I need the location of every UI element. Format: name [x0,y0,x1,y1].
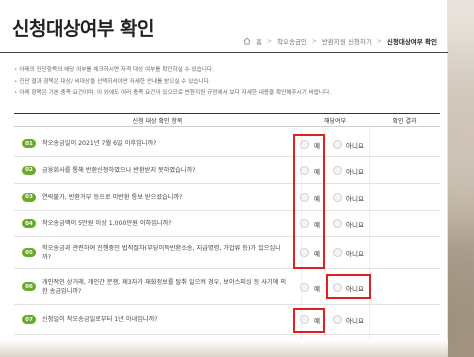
breadcrumb-home[interactable]: 홈 [256,36,262,46]
yes-radio[interactable] [300,283,309,292]
row-number-badge: 05 [22,248,36,257]
no-label[interactable]: 아니요 [346,315,364,325]
breadcrumb-separator: > [376,37,382,45]
row-number-badge: 04 [22,219,36,228]
table-row: 03 연락불가, 반환거부 등으로 미반환 통보 받으셨습니까? [14,184,440,211]
no-label[interactable]: 아니요 [346,166,364,176]
notice-item: • 진단 결과 항목은 대상/ 비대상을 선택하셔야만 자세한 안내를 받으실 수… [14,78,211,85]
row-number-badge: 01 [22,139,36,148]
row-question: 신청일이 착오송금일로부터 1년 이내입니까? [42,316,158,323]
no-radio[interactable] [333,193,342,202]
no-radio[interactable] [333,248,342,257]
home-icon[interactable] [243,37,251,45]
table-row: 05 착오송금과 관련하여 진행중인 법적절차(부당이득반환소송, 지급명령, … [14,237,440,269]
row-question: 착오송금액이 5만원 이상 1,000만원 이하입니까? [42,220,172,227]
yes-label[interactable]: 예 [314,283,320,293]
row-question: 개인적인 상거래, 개인간 분쟁, 제3자가 재화정보를 탈취 일으켜 경우, … [42,278,287,295]
notice-item: • 아래의 진단항목의 해당 여부를 체크하시면 자격 대상 여부를 확인하실 수… [14,67,214,73]
no-radio[interactable] [333,140,342,149]
breadcrumb-item[interactable]: 착오송금인 [277,36,307,46]
no-radio[interactable] [333,166,342,175]
no-label[interactable]: 아니요 [346,140,364,150]
header-item: 신청 대상 확인 항목 [132,117,183,125]
table-row: 06 개인적인 상거래, 개인간 분쟁, 제3자가 재화정보를 탈취 일으켜 경… [14,269,440,305]
table-row: 01 착오송금일이 2021년 7월 6일 이후입니까? [14,131,440,157]
breadcrumb-separator: > [311,37,317,45]
row-question: 착오송금과 관련하여 진행중인 법적절차(부당이득반환소송, 지급명령, 가압류… [42,244,281,261]
no-label[interactable]: 아니요 [346,248,364,258]
highlight-box-yes-row-7 [293,308,325,333]
header-answer: 해당여부 [323,117,347,125]
row-number-badge: 03 [22,192,36,202]
page-title: 신청대상여부 확인 [12,18,154,40]
no-radio[interactable] [333,315,342,324]
row-number-badge: 02 [22,165,36,175]
row-number-badge: 07 [22,315,36,324]
no-label[interactable]: 아니요 [346,219,364,229]
title-divider [0,52,448,53]
table-row: 07 신청일이 착오송금일로부터 1년 이내입니까? [14,305,440,335]
breadcrumb: 홈 > 착오송금인 > 반환지원 신청하기 > 신청대상여부 확인 [243,36,437,46]
highlight-box-no-row-6 [326,274,371,299]
header-result: 확인 결과 [392,117,417,125]
breadcrumb-item[interactable]: 반환지원 신청하기 [322,36,372,46]
row-number-badge: 06 [22,282,36,291]
table-row: 02 금융회사를 통해 반환신청하였으나 반환받지 못하였습니까? [14,157,440,184]
no-label[interactable]: 아니요 [346,193,364,203]
breadcrumb-separator: > [266,37,273,45]
highlight-box-yes-rows-1-5 [293,134,325,269]
table-header: 신청 대상 확인 항목 해당여부 확인 결과 [14,113,440,127]
row-question: 착오송금일이 2021년 7월 6일 이후입니까? [42,140,157,147]
notice-list: • 아래의 진단항목의 해당 여부를 체크하시면 자격 대상 여부를 확인하실 수… [14,65,439,100]
row-question: 연락불가, 반환거부 등으로 미반환 통보 받으셨습니까? [42,193,183,201]
row-question: 금융회사를 통해 반환신청하였으나 반환받지 못하였습니까? [42,166,196,174]
table-row: 04 착오송금액이 5만원 이상 1,000만원 이하입니까? [14,211,440,237]
bottom-fade [0,340,448,357]
breadcrumb-current: 신청대상여부 확인 [386,38,437,46]
no-radio[interactable] [333,219,342,228]
notice-item: • 아래 항목은 기본 충족 요건이며, 이 외에도 여러 충족 요건이 있으므로… [14,90,331,96]
content-panel: 신청대상여부 확인 홈 > 착오송금인 > 반환지원 신청하기 > 신청대상여부… [0,0,448,357]
